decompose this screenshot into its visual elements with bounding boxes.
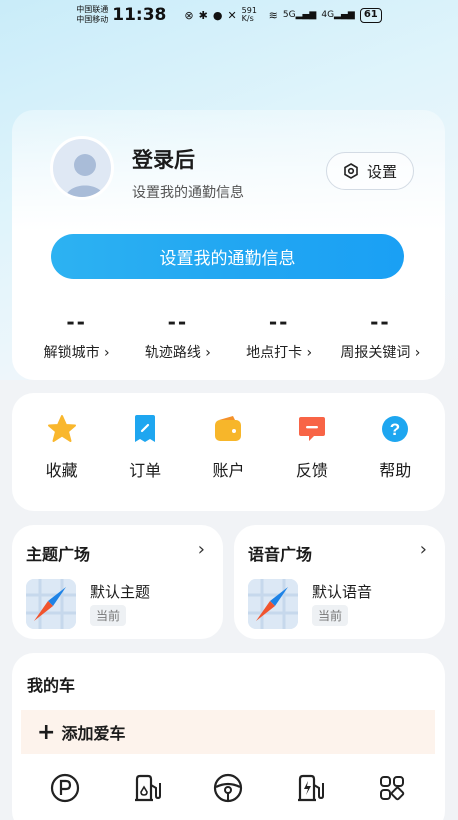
signal-4g-label: 4G — [321, 10, 335, 20]
status-icons: ⊗ ✱ ● ✕ 591 K/s ≋ 5G▂▄▆ 4G▂▄▆ 61 — [184, 6, 382, 23]
action-favorites[interactable]: 收藏 — [27, 413, 97, 511]
net-speed: 591 K/s — [241, 6, 257, 23]
stat-value: -- — [66, 310, 87, 334]
order-icon — [129, 413, 161, 445]
feedback-icon — [296, 413, 328, 445]
stat-label: 地点打卡 › — [246, 345, 313, 361]
car-services-row — [12, 771, 445, 805]
action-account[interactable]: 账户 — [193, 413, 263, 511]
gear-icon — [344, 163, 358, 179]
profile-name[interactable]: 登录后 — [132, 144, 195, 174]
signal-4g: 4G▂▄▆ — [321, 10, 355, 20]
wallet-icon — [212, 413, 244, 445]
voice-plaza-card[interactable]: 语音广场 › 默认语音 当前 — [234, 525, 445, 639]
chevron-right-icon: › — [419, 539, 427, 560]
mute-icon: ✕ — [227, 8, 237, 22]
settings-button[interactable]: 设置 — [326, 152, 414, 190]
chevron-right-icon: › — [197, 539, 205, 560]
add-car-label: 添加爱车 — [61, 724, 126, 743]
set-commute-button[interactable]: 设置我的通勤信息 — [51, 234, 404, 279]
current-badge: 当前 — [90, 605, 127, 626]
bluetooth-icon: ✱ — [198, 8, 208, 22]
stat-value: -- — [370, 310, 391, 334]
wifi-icon: ≋ — [268, 8, 278, 22]
carrier-info: 中国联通 中国移动 — [76, 5, 108, 25]
theme-plaza-card[interactable]: 主题广场 › 默认主题 当前 — [12, 525, 223, 639]
signal-5g: 5G▂▄▆ — [282, 10, 317, 20]
my-car-card: 我的车 + 添加爱车 — [12, 653, 445, 820]
action-help[interactable]: ? 帮助 — [360, 413, 430, 511]
settings-label: 设置 — [366, 162, 397, 181]
compass-icon — [26, 579, 76, 629]
signal-5g-label: 5G — [282, 10, 296, 20]
stat-value: -- — [268, 310, 290, 334]
stats-row: -- 解锁城市 › -- 轨迹路线 › -- 地点打卡 › -- 周报关键词 › — [12, 310, 445, 362]
theme-current-name: 默认主题 — [90, 583, 151, 601]
stat-label: 解锁城市 › — [43, 345, 110, 361]
parking-icon[interactable] — [48, 771, 82, 805]
avatar[interactable] — [50, 136, 114, 200]
profile-subtitle: 设置我的通勤信息 — [132, 185, 244, 201]
steering-wheel-icon[interactable] — [211, 771, 245, 805]
action-label: 反馈 — [295, 461, 328, 480]
stat-weekly-keywords[interactable]: -- 周报关键词 › — [330, 310, 430, 362]
action-label: 帮助 — [379, 461, 412, 480]
action-label: 账户 — [212, 461, 245, 480]
plus-icon: + — [37, 719, 56, 745]
current-badge: 当前 — [312, 605, 349, 626]
gas-station-icon[interactable] — [130, 771, 164, 805]
carrier-2: 中国移动 — [76, 15, 109, 24]
action-orders[interactable]: 订单 — [110, 413, 180, 511]
action-feedback[interactable]: 反馈 — [277, 413, 347, 511]
stat-unlock-cities[interactable]: -- 解锁城市 › — [27, 310, 127, 362]
nfc-icon: ⊗ — [184, 8, 194, 22]
stat-track-routes[interactable]: -- 轨迹路线 › — [128, 310, 228, 362]
voice-plaza-title: 语音广场 — [248, 545, 313, 564]
add-car-button[interactable]: + 添加爱车 — [21, 710, 435, 754]
stat-label: 周报关键词 › — [340, 345, 421, 361]
stat-checkins[interactable]: -- 地点打卡 › — [229, 310, 329, 362]
location-icon: ● — [212, 8, 223, 22]
clock: 11:38 — [112, 5, 167, 25]
svg-text:?: ? — [390, 420, 400, 439]
voice-current-name: 默认语音 — [312, 583, 373, 601]
theme-plaza-title: 主题广场 — [26, 545, 91, 564]
help-icon: ? — [379, 413, 411, 445]
stat-label: 轨迹路线 › — [144, 345, 211, 361]
carrier-1: 中国联通 — [76, 5, 109, 14]
my-car-title: 我的车 — [27, 676, 76, 695]
quick-actions: 收藏 订单 账户 反馈 ? 帮助 — [12, 393, 445, 511]
status-bar: 中国联通 中国移动 11:38 ⊗ ✱ ● ✕ 591 K/s ≋ 5G▂▄▆ … — [0, 0, 458, 30]
action-label: 订单 — [129, 461, 162, 480]
stat-value: -- — [167, 310, 189, 334]
action-label: 收藏 — [45, 461, 78, 480]
charging-station-icon[interactable] — [293, 771, 327, 805]
compass-icon — [248, 579, 298, 629]
battery-indicator: 61 — [359, 7, 382, 23]
star-icon — [46, 413, 78, 445]
profile-card: 登录后 设置我的通勤信息 设置 设置我的通勤信息 -- 解锁城市 › -- 轨迹… — [12, 110, 445, 380]
more-apps-icon[interactable] — [375, 771, 409, 805]
